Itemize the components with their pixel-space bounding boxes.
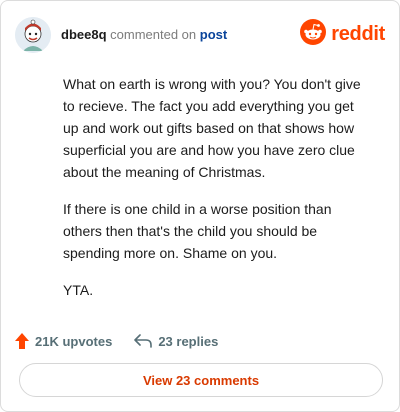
comment-paragraph: If there is one child in a worse positio… bbox=[63, 201, 332, 261]
reply-count: 23 replies bbox=[158, 333, 219, 349]
comment-meta: dbee8q commented on post bbox=[61, 27, 227, 42]
view-comments-button[interactable]: View 23 comments bbox=[19, 363, 383, 397]
reply-arrow-icon bbox=[134, 334, 153, 348]
comment-paragraph: What on earth is wrong with you? You don… bbox=[63, 76, 361, 180]
reply-stat[interactable]: 23 replies bbox=[134, 334, 218, 349]
upvote-count: 21K upvotes bbox=[35, 333, 113, 349]
post-link[interactable]: post bbox=[200, 27, 227, 42]
action-verb: commented on bbox=[110, 27, 197, 42]
upvote-stat[interactable]: 21K upvotes bbox=[15, 333, 112, 349]
comment-card: dbee8q commented on post reddit What on … bbox=[0, 0, 400, 412]
comment-paragraph: YTA. bbox=[63, 282, 94, 298]
comment-header: dbee8q commented on post reddit bbox=[15, 15, 385, 55]
reddit-wordmark: reddit bbox=[331, 22, 385, 45]
username-link[interactable]: dbee8q bbox=[61, 27, 107, 42]
reddit-logo-icon bbox=[300, 18, 327, 50]
upvote-arrow-icon bbox=[15, 333, 29, 349]
snoo-avatar-icon[interactable] bbox=[15, 17, 51, 53]
reddit-brand[interactable]: reddit bbox=[300, 18, 385, 50]
comment-stats: 21K upvotes 23 replies bbox=[15, 331, 218, 351]
comment-body: What on earth is wrong with you? You don… bbox=[63, 73, 363, 316]
